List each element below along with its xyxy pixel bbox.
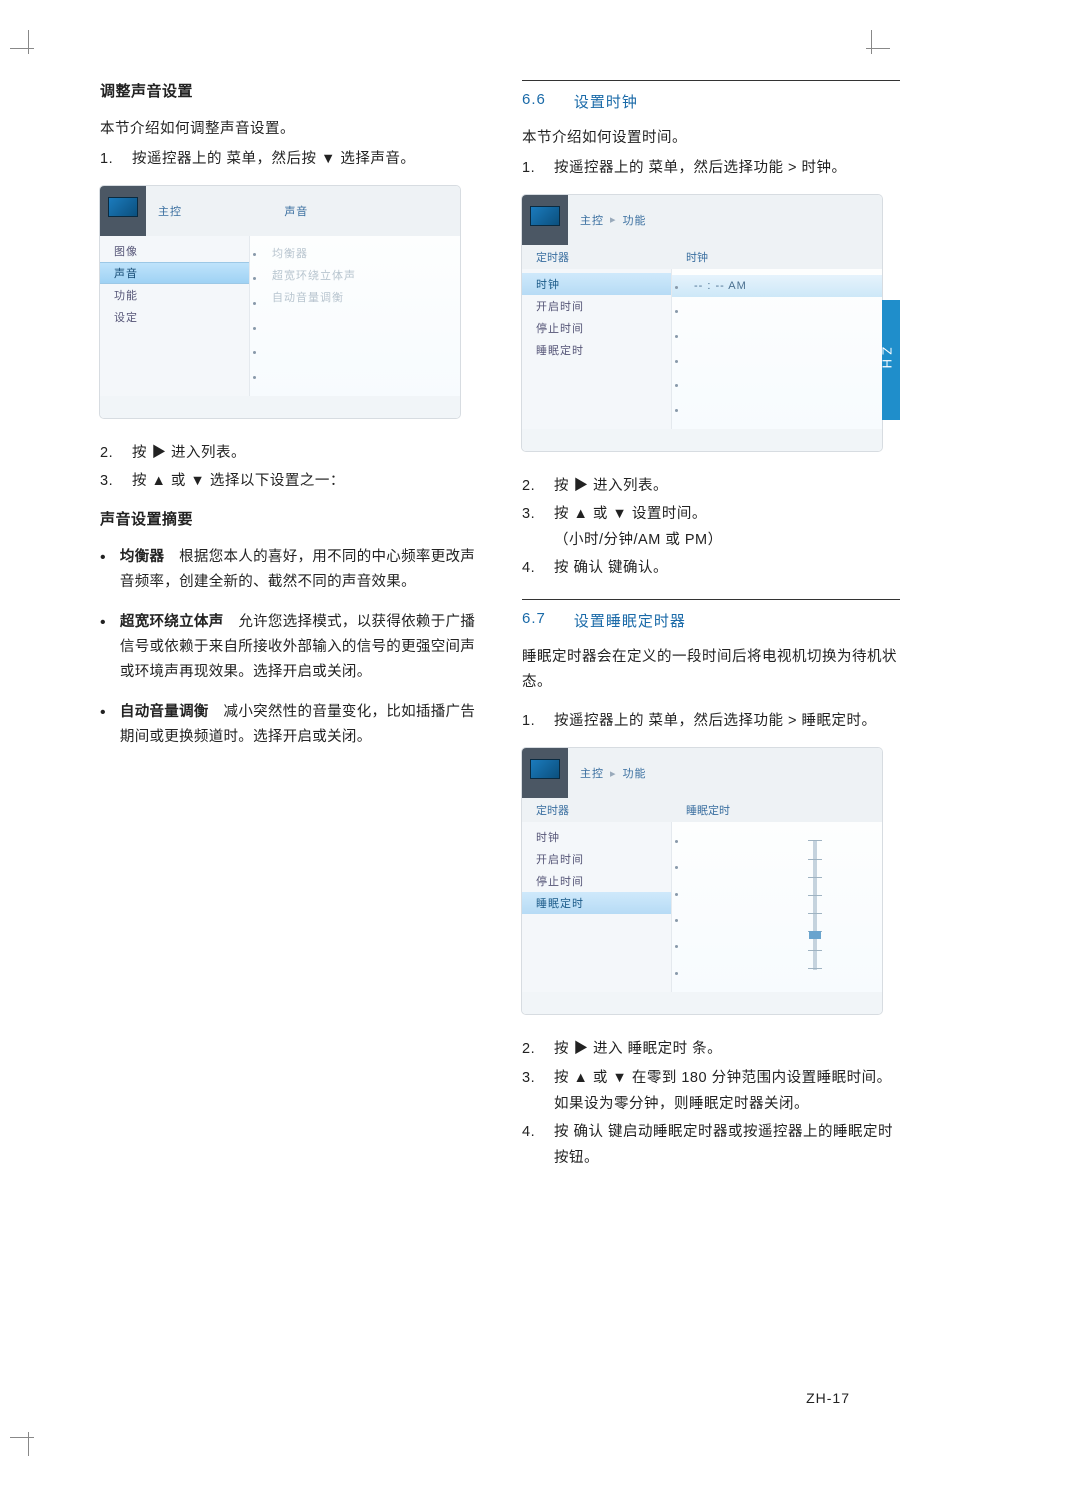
sound-steps-b: 2.按 ▶ 进入列表。 3.按 ▲ 或 ▼ 选择以下设置之一： — [100, 440, 478, 494]
osd-left-list: 时钟 开启时间 停止时间 睡眠定时 — [522, 269, 672, 429]
osd-item-clock[interactable]: 时钟 — [522, 826, 671, 848]
section-6-7-title: 6.7设置睡眠定时器 — [522, 610, 900, 631]
sound-summary-heading: 声音设置摘要 — [100, 508, 478, 529]
cropmark-tl — [10, 30, 46, 66]
osd-item-ontime[interactable]: 开启时间 — [522, 848, 671, 870]
osd-item-setting[interactable]: 设定 — [100, 306, 249, 328]
osd-right-row: 自动音量调衡 — [250, 286, 460, 308]
step-text: 按 确认 键启动睡眠定时器或按遥控器上的睡眠定时按钮。 — [554, 1119, 900, 1171]
tv-icon — [100, 186, 146, 236]
divider — [522, 599, 900, 600]
summary-item: 超宽环绕立体声 允许您选择模式，以获得依赖于广播信号或依赖于来自所接收外部输入的… — [100, 610, 478, 686]
summary-item: 自动音量调衡 减小突然性的音量变化，比如插播广告期间或更换频道时。选择开启或关闭… — [100, 700, 478, 751]
osd-sound-menu: 主控 声音 图像 声音 功能 设定 均衡器 超宽环绕立体声 自动音量调衡 — [100, 186, 460, 418]
osd-left-list: 图像 声音 功能 设定 — [100, 236, 250, 396]
page-number: ZH-17 — [806, 1390, 850, 1406]
osd-item-ontime[interactable]: 开启时间 — [522, 295, 671, 317]
cropmark-tr — [854, 30, 890, 66]
step-text: 按 ▶ 进入 睡眠定时 条。 — [554, 1036, 722, 1062]
osd-left-head: 定时器 — [522, 798, 672, 822]
osd-item-offtime[interactable]: 停止时间 — [522, 870, 671, 892]
summary-item: 均衡器 根据您本人的喜好，用不同的中心频率更改声音频率，创建全新的、截然不同的声… — [100, 545, 478, 596]
osd-clock-menu: 主控▸功能 定时器 时钟 时钟 开启时间 停止时间 睡眠定时 — [522, 195, 882, 451]
osd-item-sound[interactable]: 声音 — [100, 262, 249, 284]
osd-right-row: 超宽环绕立体声 — [250, 264, 460, 286]
sec67-intro: 睡眠定时器会在定义的一段时间后将电视机切换为待机状态。 — [522, 645, 900, 694]
step-text: 按遥控器上的 菜单，然后选择功能 > 时钟。 — [554, 155, 847, 181]
osd-item-feature[interactable]: 功能 — [100, 284, 249, 306]
cropmark-bl — [10, 1420, 46, 1456]
step-text: 按 ▲ 或 ▼ 选择以下设置之一： — [132, 468, 345, 494]
step-text: 按遥控器上的 菜单，然后按 ▼ 选择声音。 — [132, 146, 415, 172]
sound-summary-list: 均衡器 根据您本人的喜好，用不同的中心频率更改声音频率，创建全新的、截然不同的声… — [100, 545, 478, 751]
step-text: 按 ▲ 或 ▼ 设置时间。（小时/分钟/AM 或 PM） — [554, 501, 723, 553]
osd-right-pane — [672, 822, 882, 992]
osd-right-row: 均衡器 — [250, 242, 460, 264]
tv-icon — [522, 195, 568, 245]
osd-clock-value[interactable]: -- : -- AM — [672, 275, 882, 297]
right-column: 6.6设置时钟 本节介绍如何设置时间。 1.按遥控器上的 菜单，然后选择功能 >… — [522, 80, 1010, 1185]
osd-right-head: 时钟 — [672, 245, 882, 269]
step-text: 按遥控器上的 菜单，然后选择功能 > 睡眠定时。 — [554, 708, 877, 734]
sec66-intro: 本节介绍如何设置时间。 — [522, 126, 900, 151]
osd-item-sleep[interactable]: 睡眠定时 — [522, 339, 671, 361]
osd-left-head: 定时器 — [522, 245, 672, 269]
osd-right-head: 睡眠定时 — [672, 798, 882, 822]
sound-intro: 本节介绍如何调整声音设置。 — [100, 117, 478, 142]
step-text: 按 确认 键确认。 — [554, 555, 668, 581]
osd-right-pane: 均衡器 超宽环绕立体声 自动音量调衡 — [250, 236, 460, 396]
osd-breadcrumb: 主控▸功能 — [568, 195, 882, 245]
step-text: 按 ▲ 或 ▼ 在零到 180 分钟范围内设置睡眠时间。如果设为零分钟，则睡眠定… — [554, 1065, 900, 1117]
step-text: 按 ▶ 进入列表。 — [132, 440, 246, 466]
section-6-6-title: 6.6设置时钟 — [522, 91, 900, 112]
tv-icon — [522, 748, 568, 798]
osd-item-offtime[interactable]: 停止时间 — [522, 317, 671, 339]
sleep-slider[interactable] — [808, 840, 822, 970]
osd-sleep-menu: 主控▸功能 定时器 睡眠定时 时钟 开启时间 停止时间 睡眠定时 — [522, 748, 882, 1014]
osd-item-clock[interactable]: 时钟 — [522, 273, 671, 295]
osd-breadcrumb: 主控▸功能 — [568, 748, 882, 798]
osd-breadcrumb: 主控 — [146, 186, 272, 236]
osd-right-pane: -- : -- AM — [672, 269, 882, 429]
sound-steps-a: 1.按遥控器上的 菜单，然后按 ▼ 选择声音。 — [100, 146, 478, 172]
page: ZH 调整声音设置 本节介绍如何调整声音设置。 1.按遥控器上的 菜单，然后按 … — [0, 0, 1080, 1486]
osd-item-image[interactable]: 图像 — [100, 240, 249, 262]
divider — [522, 80, 900, 81]
osd-left-list: 时钟 开启时间 停止时间 睡眠定时 — [522, 822, 672, 992]
osd-item-sleep[interactable]: 睡眠定时 — [522, 892, 671, 914]
osd-right-heading: 声音 — [272, 186, 460, 236]
step-text: 按 ▶ 进入列表。 — [554, 473, 668, 499]
sound-heading: 调整声音设置 — [100, 80, 478, 101]
left-column: 调整声音设置 本节介绍如何调整声音设置。 1.按遥控器上的 菜单，然后按 ▼ 选… — [100, 80, 478, 1185]
